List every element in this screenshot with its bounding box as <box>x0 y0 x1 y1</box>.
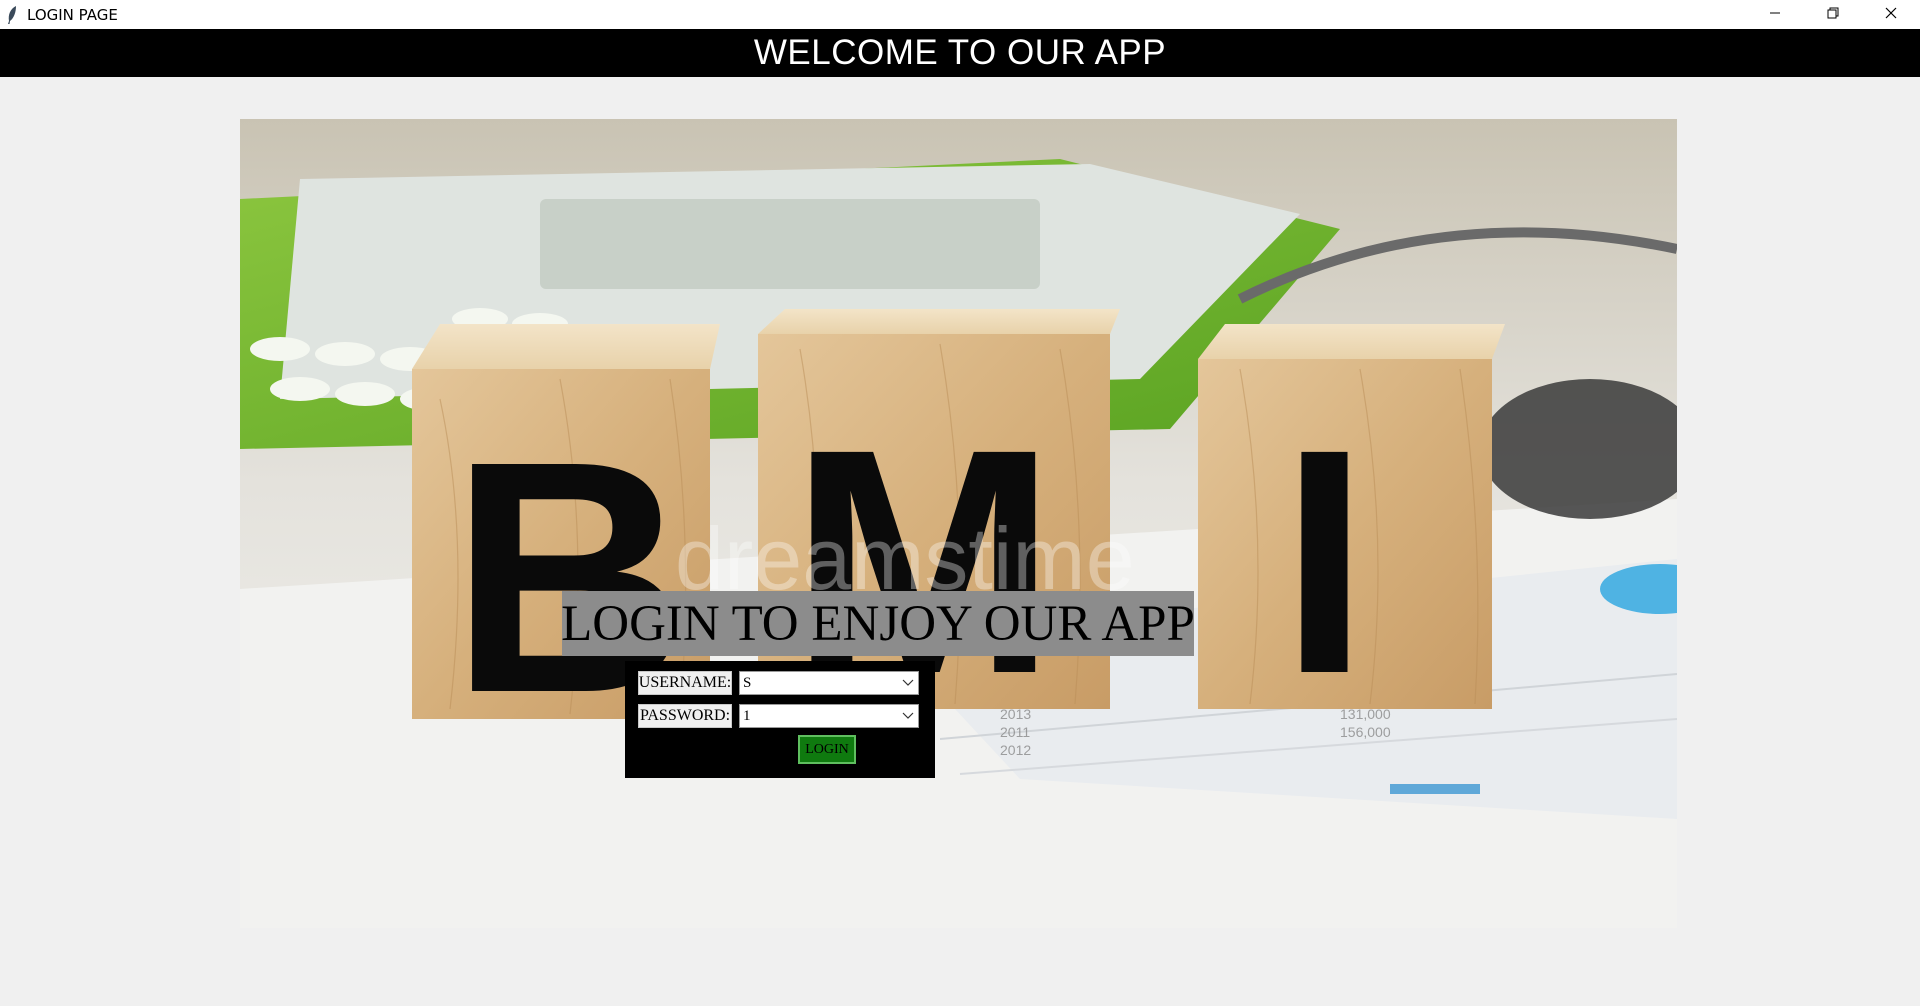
username-label: USERNAME: <box>638 671 732 695</box>
svg-text:2013: 2013 <box>1000 706 1031 722</box>
svg-text:2011: 2011 <box>1000 724 1030 740</box>
restore-button[interactable] <box>1804 0 1862 29</box>
bmi-background-image: B M I dreamstime 2013 2011 2012 131,000 … <box>240 119 1677 928</box>
svg-text:156,000: 156,000 <box>1340 724 1391 740</box>
svg-text:131,000: 131,000 <box>1340 706 1391 722</box>
password-value[interactable]: 1 <box>740 708 898 725</box>
close-button[interactable] <box>1862 0 1920 29</box>
password-label: PASSWORD: <box>638 704 732 728</box>
login-form: USERNAME: S PASSWORD: 1 LOGIN <box>625 661 935 778</box>
window-titlebar: LOGIN PAGE <box>0 0 1920 29</box>
minimize-button[interactable] <box>1746 0 1804 29</box>
close-icon <box>1885 6 1897 24</box>
login-button[interactable]: LOGIN <box>798 735 856 764</box>
username-value[interactable]: S <box>740 675 898 692</box>
welcome-banner: WELCOME TO OUR APP <box>0 29 1920 77</box>
login-heading: LOGIN TO ENJOY OUR APP <box>561 591 1195 656</box>
password-combobox[interactable]: 1 <box>739 704 919 728</box>
window-controls <box>1746 0 1920 29</box>
feather-icon <box>5 4 19 26</box>
welcome-title: WELCOME TO OUR APP <box>753 33 1167 72</box>
window-title: LOGIN PAGE <box>27 5 118 24</box>
block-letter-i: I <box>1280 382 1369 740</box>
username-combobox[interactable]: S <box>739 671 919 695</box>
chevron-down-icon[interactable] <box>898 672 918 694</box>
minimize-icon <box>1769 6 1781 24</box>
chevron-down-icon[interactable] <box>898 705 918 727</box>
svg-text:2012: 2012 <box>1000 742 1031 758</box>
restore-icon <box>1827 6 1839 24</box>
